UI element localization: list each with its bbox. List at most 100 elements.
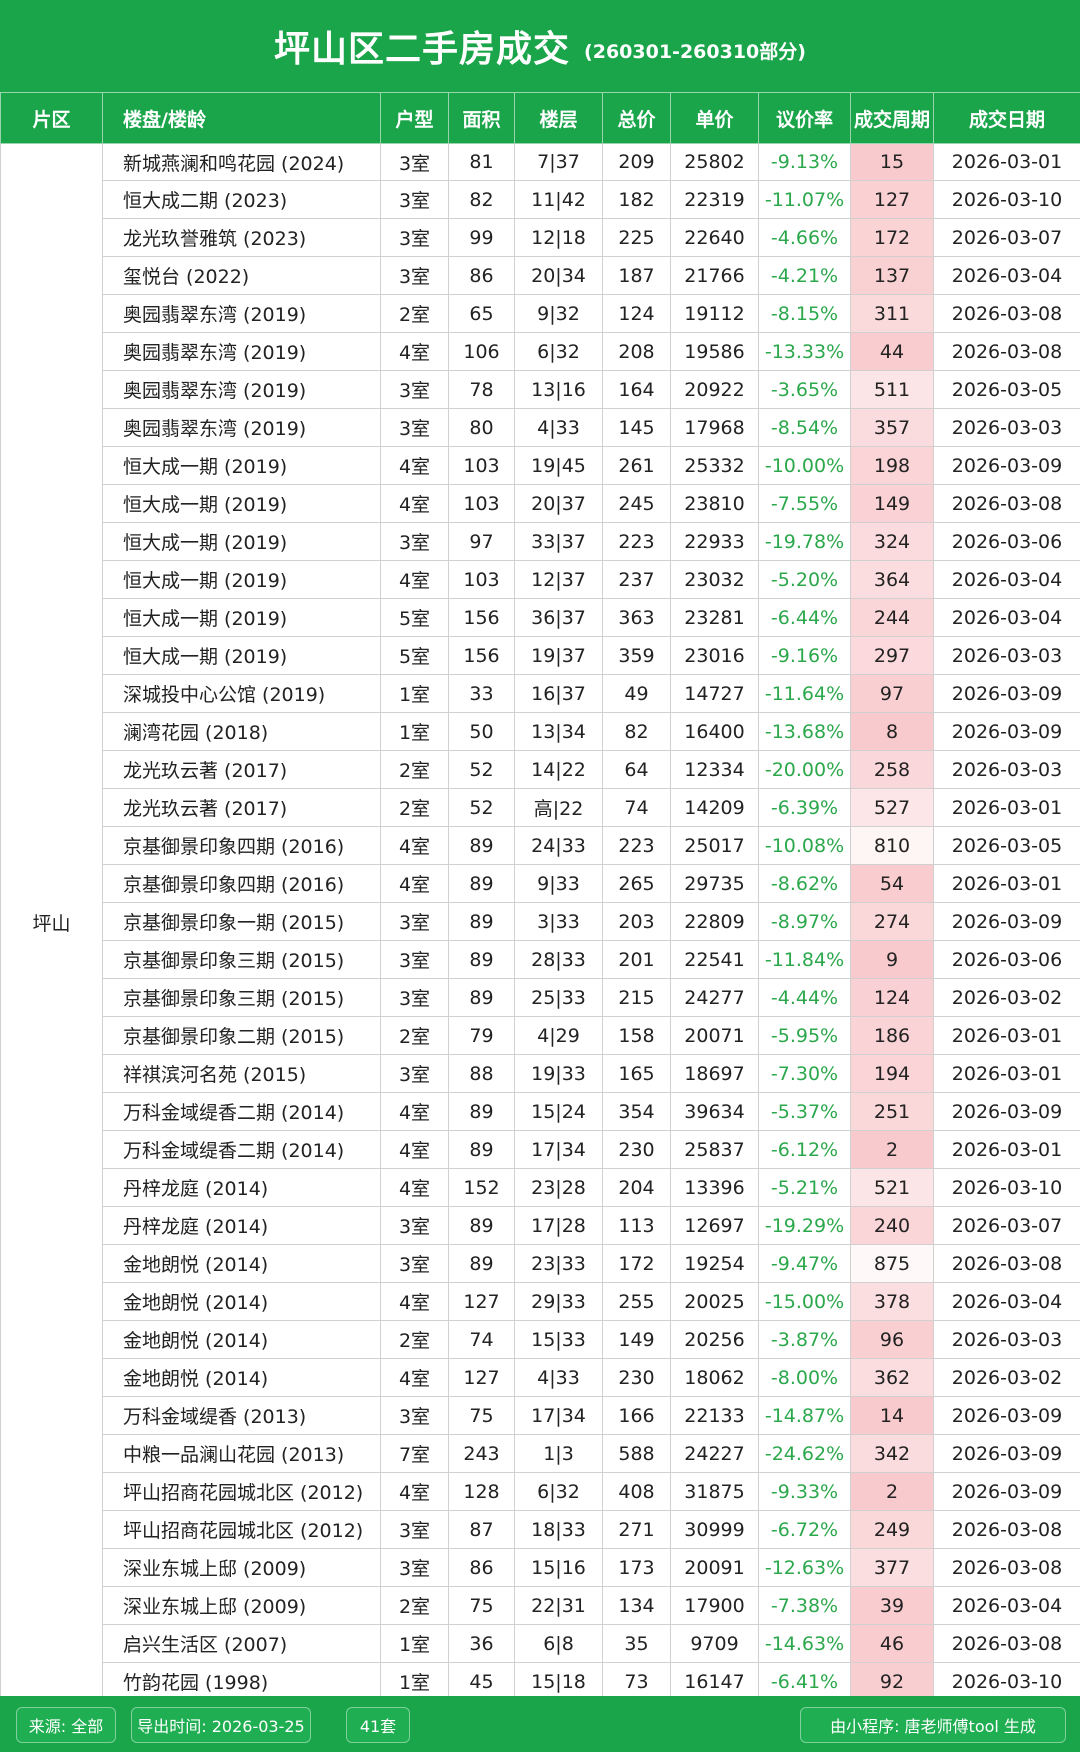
cell-rate: -9.13%	[758, 143, 851, 181]
cell-floor: 25|33	[514, 978, 603, 1017]
cell-floor: 9|33	[514, 864, 603, 903]
cell-floor: 19|37	[514, 636, 603, 675]
cell-rate: -11.64%	[758, 674, 851, 713]
cell-size: 99	[448, 218, 515, 257]
cell-name: 恒大成一期 (2019)	[102, 636, 381, 675]
cell-name: 京基御景印象四期 (2016)	[102, 826, 381, 865]
table-row: 奥园翡翠东湾 (2019) 2室 65 9|32 124 19112 -8.15% 311 20…	[1, 294, 1080, 333]
cell-cycle: 198	[850, 446, 934, 485]
cell-total: 408	[602, 1472, 671, 1511]
cell-floor: 6|8	[514, 1624, 603, 1663]
cell-rate: -11.07%	[758, 180, 851, 219]
cell-total: 215	[602, 978, 671, 1017]
cell-size: 50	[448, 712, 515, 751]
cell-name: 恒大成一期 (2019)	[102, 484, 381, 523]
cell-floor: 11|42	[514, 180, 603, 219]
cell-type: 1室	[380, 674, 449, 713]
cell-date: 2026-03-03	[933, 750, 1080, 789]
cell-size: 33	[448, 674, 515, 713]
cell-total: 124	[602, 294, 671, 333]
cell-size: 52	[448, 788, 515, 827]
cell-cycle: 258	[850, 750, 934, 789]
cell-rate: -6.44%	[758, 598, 851, 637]
cell-total: 230	[602, 1130, 671, 1169]
cell-type: 4室	[380, 1282, 449, 1321]
table-row: 龙光玖誉雅筑 (2023) 3室 99 12|18 225 22640 -4.66% 172 2…	[1, 218, 1080, 257]
cell-total: 363	[602, 598, 671, 637]
table-row: 奥园翡翠东湾 (2019) 4室 106 6|32 208 19586 -13.33% 44 2…	[1, 332, 1080, 371]
cell-unit: 22809	[670, 902, 759, 941]
cell-type: 3室	[380, 1396, 449, 1435]
cell-unit: 20071	[670, 1016, 759, 1055]
table-row: 澜湾花园 (2018) 1室 50 13|34 82 16400 -13.68% 8 2026-…	[1, 712, 1080, 751]
cell-floor: 12|37	[514, 560, 603, 599]
table-row: 恒大成一期 (2019) 4室 103 19|45 261 25332 -10.00% 198…	[1, 446, 1080, 485]
col-header-date: 成交日期	[933, 92, 1080, 144]
cell-type: 5室	[380, 636, 449, 675]
col-header-unit: 单价	[670, 92, 759, 144]
cell-floor: 23|33	[514, 1244, 603, 1283]
cell-size: 103	[448, 484, 515, 523]
cell-total: 182	[602, 180, 671, 219]
col-header-rate: 议价率	[758, 92, 851, 144]
cell-type: 4室	[380, 1168, 449, 1207]
table-row: 竹韵花园 (1998) 1室 45 15|18 73 16147 -6.41% 92 2026-…	[1, 1662, 1080, 1701]
cell-cycle: 127	[850, 180, 934, 219]
cell-rate: -10.00%	[758, 446, 851, 485]
source-badge: 来源: 全部	[16, 1707, 116, 1743]
cell-cycle: 240	[850, 1206, 934, 1245]
cell-unit: 22541	[670, 940, 759, 979]
cell-size: 65	[448, 294, 515, 333]
cell-date: 2026-03-07	[933, 218, 1080, 257]
cell-size: 86	[448, 1548, 515, 1587]
cell-size: 128	[448, 1472, 515, 1511]
cell-date: 2026-03-03	[933, 408, 1080, 447]
cell-cycle: 2	[850, 1130, 934, 1169]
cell-name: 恒大成二期 (2023)	[102, 180, 381, 219]
cell-date: 2026-03-06	[933, 522, 1080, 561]
cell-rate: -13.33%	[758, 332, 851, 371]
cell-cycle: 810	[850, 826, 934, 865]
cell-total: 203	[602, 902, 671, 941]
cell-unit: 24277	[670, 978, 759, 1017]
cell-floor: 16|37	[514, 674, 603, 713]
cell-cycle: 2	[850, 1472, 934, 1511]
table-row: 启兴生活区 (2007) 1室 36 6|8 35 9709 -14.63% 46 2026-0…	[1, 1624, 1080, 1663]
export-time-badge: 导出时间: 2026-03-25	[131, 1707, 311, 1743]
cell-floor: 15|33	[514, 1320, 603, 1359]
cell-date: 2026-03-08	[933, 294, 1080, 333]
cell-date: 2026-03-01	[933, 143, 1080, 181]
cell-floor: 6|32	[514, 1472, 603, 1511]
cell-rate: -20.00%	[758, 750, 851, 789]
cell-type: 3室	[380, 902, 449, 941]
cell-name: 奥园翡翠东湾 (2019)	[102, 294, 381, 333]
cell-name: 恒大成一期 (2019)	[102, 598, 381, 637]
cell-rate: -12.63%	[758, 1548, 851, 1587]
cell-total: 173	[602, 1548, 671, 1587]
cell-name: 恒大成一期 (2019)	[102, 522, 381, 561]
cell-floor: 高|22	[514, 788, 603, 827]
cell-cycle: 172	[850, 218, 934, 257]
cell-unit: 22640	[670, 218, 759, 257]
cell-name: 龙光玖云著 (2017)	[102, 788, 381, 827]
cell-unit: 30999	[670, 1510, 759, 1549]
cell-floor: 13|34	[514, 712, 603, 751]
cell-rate: -7.30%	[758, 1054, 851, 1093]
cell-unit: 13396	[670, 1168, 759, 1207]
cell-floor: 15|16	[514, 1548, 603, 1587]
cell-cycle: 342	[850, 1434, 934, 1473]
cell-size: 89	[448, 1206, 515, 1245]
cell-name: 恒大成一期 (2019)	[102, 560, 381, 599]
cell-name: 坪山招商花园城北区 (2012)	[102, 1510, 381, 1549]
cell-cycle: 324	[850, 522, 934, 561]
table-row: 金地朗悦 (2014) 4室 127 4|33 230 18062 -8.00% 362 202…	[1, 1358, 1080, 1397]
cell-date: 2026-03-01	[933, 864, 1080, 903]
cell-unit: 19586	[670, 332, 759, 371]
cell-cycle: 14	[850, 1396, 934, 1435]
cell-type: 4室	[380, 1092, 449, 1131]
cell-rate: -9.16%	[758, 636, 851, 675]
cell-type: 3室	[380, 218, 449, 257]
col-header-area: 片区	[0, 92, 103, 144]
cell-date: 2026-03-04	[933, 598, 1080, 637]
cell-cycle: 8	[850, 712, 934, 751]
